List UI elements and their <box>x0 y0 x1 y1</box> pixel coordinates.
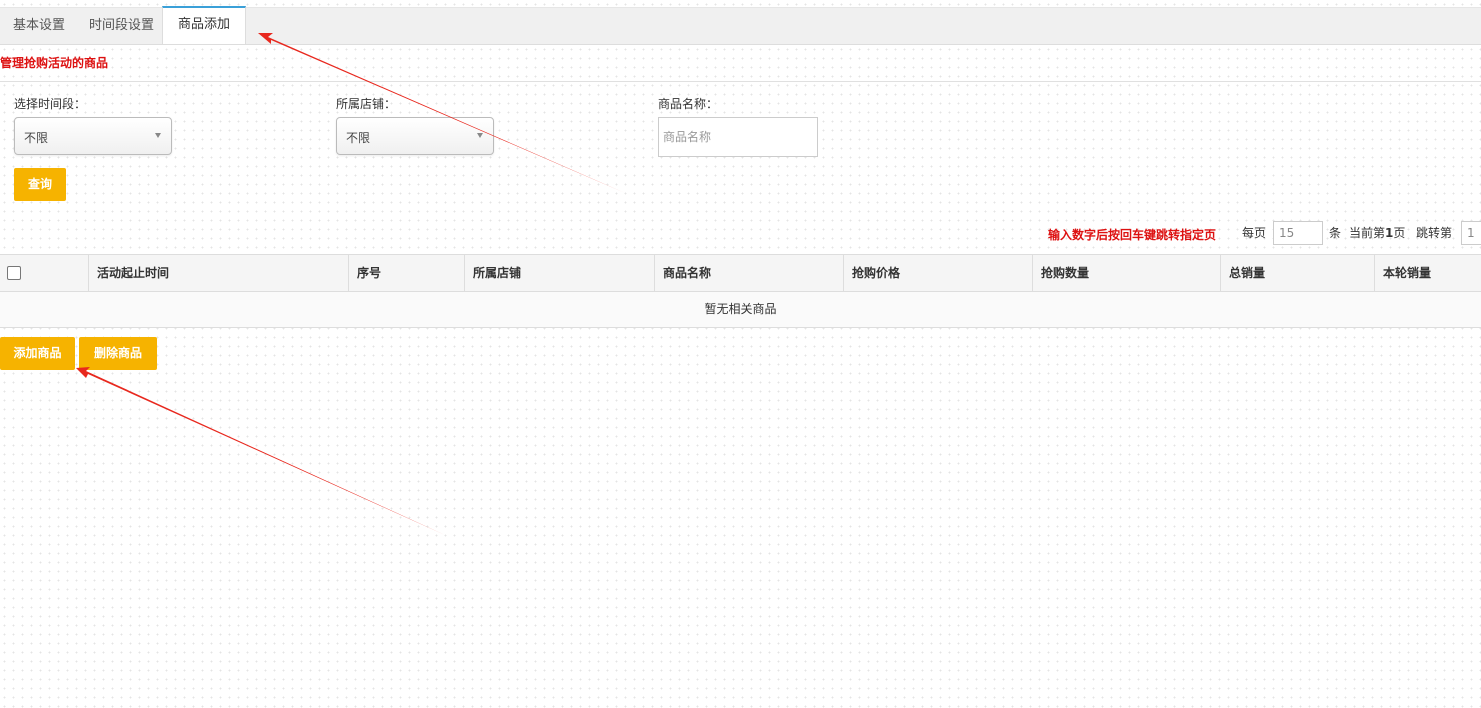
annotation-arrows <box>76 33 625 535</box>
annotation-arrow-add-button <box>76 367 445 535</box>
annotation-arrow-tab <box>258 33 625 193</box>
